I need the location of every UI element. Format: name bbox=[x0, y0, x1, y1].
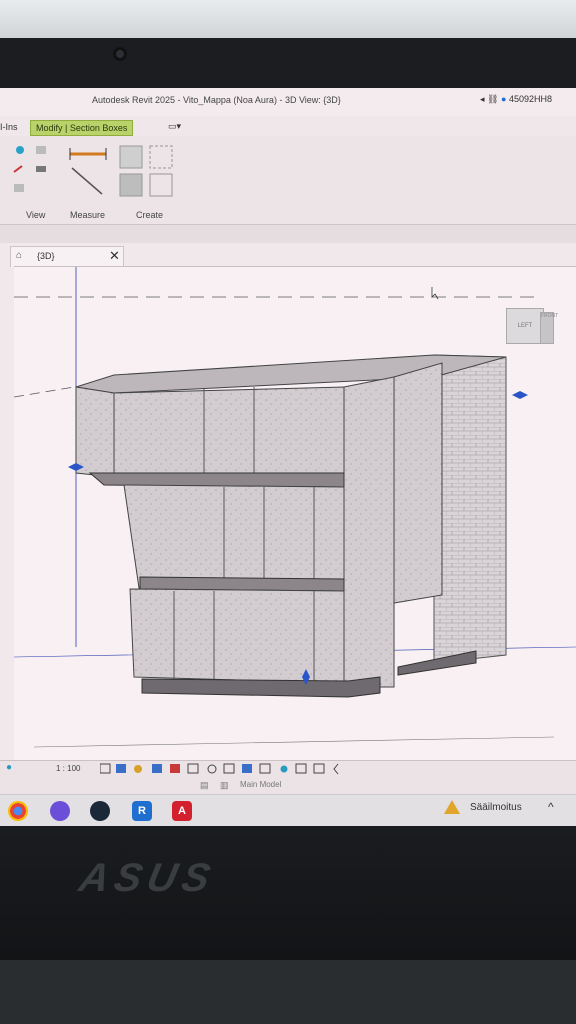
upper-back-wall bbox=[113, 386, 345, 478]
title-bar: Autodesk Revit 2025 - Vito_Mappa (Noa Au… bbox=[0, 88, 576, 117]
tab-modify-section-boxes[interactable]: Modify | Section Boxes bbox=[30, 120, 134, 136]
teams-icon[interactable] bbox=[50, 801, 70, 821]
home-icon[interactable]: ⌂ bbox=[16, 250, 22, 261]
measure-along-icon bbox=[71, 167, 103, 195]
detail-level-icon bbox=[100, 763, 111, 774]
background-wall bbox=[0, 0, 576, 40]
view-tab-3d[interactable]: ⌂ {3D} ✕ bbox=[10, 246, 124, 267]
model-bar bbox=[0, 780, 576, 794]
create-group-icon bbox=[149, 145, 173, 169]
show-crop-icon bbox=[187, 763, 199, 774]
steam-icon[interactable] bbox=[90, 801, 110, 821]
ribbon-body: View Measure Create bbox=[0, 136, 576, 225]
view-tool-icon bbox=[36, 146, 46, 154]
paint-brush-icon bbox=[13, 165, 23, 173]
revit-icon[interactable]: R bbox=[132, 801, 152, 821]
scale-selector[interactable]: 1 : 100 bbox=[56, 764, 80, 773]
arrow-left-icon[interactable]: ◂ bbox=[480, 94, 485, 104]
weather-notification[interactable]: Sääilmoitus bbox=[470, 802, 522, 813]
keyboard-edge bbox=[0, 960, 576, 1024]
panel-measure-label: Measure bbox=[70, 210, 106, 220]
create-part-icon bbox=[119, 145, 143, 169]
binoculars-icon[interactable]: ⛓ bbox=[487, 94, 498, 104]
ribbon-gap bbox=[0, 225, 576, 243]
sun-path-icon bbox=[134, 765, 142, 773]
light-bulb-icon[interactable]: ● bbox=[6, 762, 12, 773]
lock-view-icon bbox=[207, 764, 217, 774]
shadows-icon bbox=[152, 764, 162, 773]
section-grip-right bbox=[512, 391, 528, 399]
viewcube[interactable]: LEFT bbox=[506, 308, 544, 344]
crop-view-icon bbox=[170, 764, 180, 773]
close-icon[interactable]: ✕ bbox=[109, 248, 120, 264]
reveal-constraints-icon bbox=[313, 763, 325, 774]
temporary-view-icon bbox=[259, 763, 271, 774]
ribbon-tool-icons[interactable] bbox=[8, 142, 188, 210]
visual-style-icon bbox=[116, 764, 126, 773]
front-column bbox=[343, 376, 395, 688]
acrobat-icon[interactable]: A bbox=[172, 801, 192, 821]
tab-addins[interactable]: I-Ins bbox=[0, 122, 18, 132]
screen: Autodesk Revit 2025 - Vito_Mappa (Noa Au… bbox=[0, 88, 576, 826]
3d-viewport[interactable] bbox=[14, 266, 576, 761]
reveal-hidden-icon bbox=[242, 764, 252, 773]
panel-view-label: View bbox=[26, 210, 46, 220]
asus-logo: ASUS bbox=[75, 856, 220, 900]
chrome-icon[interactable] bbox=[8, 801, 28, 821]
chevron-left-icon bbox=[333, 763, 339, 775]
lines-icon bbox=[36, 166, 46, 172]
create-assembly-icon bbox=[119, 173, 143, 197]
model-drawing[interactable] bbox=[14, 267, 576, 761]
light-bulb-icon bbox=[16, 146, 24, 154]
user-area[interactable]: ◂ ⛓ ● 45092HH8 bbox=[480, 94, 552, 105]
render-icon bbox=[14, 184, 24, 192]
viewcube-side[interactable]: FRONT bbox=[540, 312, 558, 344]
user-id: 45092HH8 bbox=[508, 94, 552, 104]
view-tab-label: {3D} bbox=[37, 251, 55, 261]
front-wall-right bbox=[393, 362, 443, 604]
window-title: Autodesk Revit 2025 - Vito_Mappa (Noa Au… bbox=[92, 95, 341, 105]
ribbon-options-dropdown[interactable]: ▭▾ bbox=[168, 121, 181, 132]
laptop-top-bezel bbox=[0, 38, 576, 90]
left-wall bbox=[75, 386, 115, 478]
panel-create-label: Create bbox=[136, 210, 164, 220]
lower-wall bbox=[129, 588, 345, 684]
webcam bbox=[113, 47, 127, 61]
analytical-icon bbox=[280, 765, 288, 773]
design-options-icon[interactable]: ▥ bbox=[220, 780, 229, 791]
worksets-icon[interactable]: ▤ bbox=[200, 780, 209, 791]
user-icon[interactable]: ● bbox=[501, 94, 506, 104]
create-similar-icon bbox=[149, 173, 173, 197]
view-control-icons[interactable] bbox=[100, 762, 360, 776]
highlight-displacement-icon bbox=[295, 763, 307, 774]
hide-isolate-icon bbox=[223, 763, 235, 774]
brick-wall bbox=[433, 354, 507, 664]
active-model-label[interactable]: Main Model bbox=[240, 780, 281, 789]
chevron-up-icon[interactable]: ^ bbox=[548, 800, 554, 814]
